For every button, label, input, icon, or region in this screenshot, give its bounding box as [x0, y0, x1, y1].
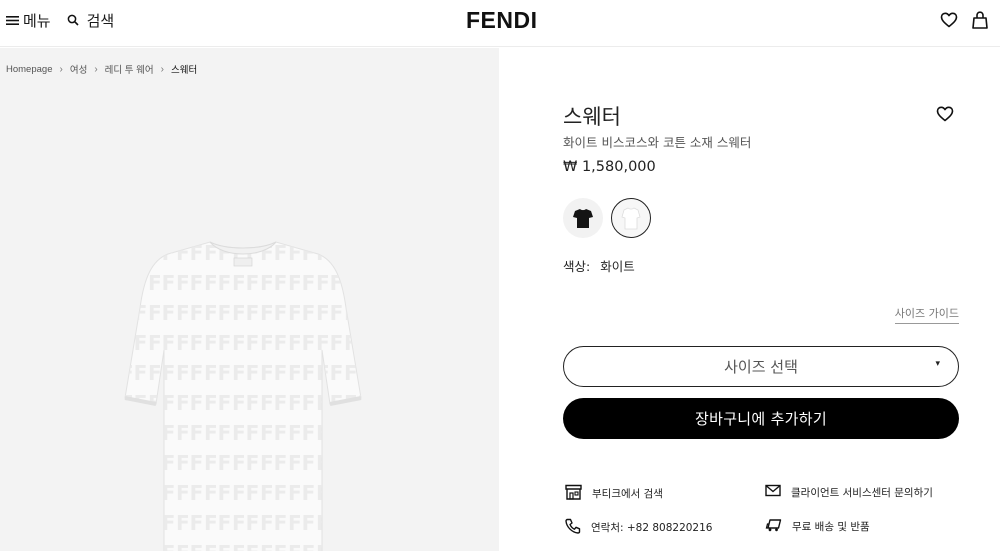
mail-icon — [765, 484, 781, 500]
caret-down-icon: ▾ — [935, 359, 940, 369]
header-left: 메뉴 검색 — [6, 9, 114, 31]
add-to-cart-button[interactable]: 장바구니에 추가하기 — [563, 398, 959, 439]
size-guide-link[interactable]: 사이즈 가이드 — [894, 305, 959, 324]
find-in-boutique-link[interactable]: 부티크에서 검색 — [565, 484, 663, 503]
free-shipping-returns-label: 무료 배송 및 반품 — [792, 521, 870, 533]
hamburger-icon — [6, 15, 19, 26]
color-swatch-black[interactable] — [563, 198, 603, 238]
breadcrumb-sweater: 스웨터 — [170, 65, 198, 76]
color-value: 화이트 — [600, 259, 635, 274]
sweater-image[interactable]: FF — [118, 238, 368, 551]
search-label: 검색 — [86, 11, 115, 30]
breadcrumb-chevron-icon: › — [160, 63, 164, 75]
site-header: 메뉴 검색 FENDI — [0, 0, 1000, 47]
product-title: 스웨터 — [563, 105, 621, 129]
size-select-dropdown[interactable]: 사이즈 선택 ▾ — [563, 346, 959, 387]
store-icon — [565, 484, 582, 503]
breadcrumb-chevron-icon: › — [59, 63, 63, 75]
shopping-bag-icon[interactable] — [972, 11, 988, 33]
contact-phone-label: 연락처: +82 808220216 — [591, 522, 713, 534]
client-service-link[interactable]: 클라이언트 서비스센터 문의하기 — [765, 484, 933, 500]
header-right — [926, 11, 988, 33]
breadcrumb: Homepage › 여성 › 레디 투 웨어 › 스웨터 — [6, 62, 198, 77]
breadcrumb-home[interactable]: Homepage — [6, 64, 52, 75]
breadcrumb-women[interactable]: 여성 — [70, 62, 87, 76]
menu-label: 메뉴 — [23, 11, 51, 30]
product-price: ₩ 1,580,000 — [563, 159, 656, 175]
contact-phone-link[interactable]: 연락처: +82 808220216 — [565, 518, 712, 537]
breadcrumb-ready-to-wear[interactable]: 레디 투 웨어 — [105, 62, 154, 76]
add-to-cart-label: 장바구니에 추가하기 — [695, 410, 827, 428]
wishlist-heart-icon[interactable] — [940, 12, 958, 32]
heart-icon — [936, 106, 954, 126]
menu-button[interactable]: 메뉴 — [6, 10, 51, 31]
free-shipping-returns-link[interactable]: 무료 배송 및 반품 — [765, 518, 870, 535]
color-swatch-white[interactable] — [611, 198, 651, 238]
color-row: 색상: 화이트 — [563, 256, 635, 275]
find-in-boutique-label: 부티크에서 검색 — [592, 488, 663, 500]
product-subtitle: 화이트 비스코스와 코튼 소재 스웨터 — [563, 135, 752, 150]
search-button[interactable]: 검색 — [67, 10, 115, 31]
color-label: 색상: — [563, 259, 591, 274]
breadcrumb-chevron-icon: › — [94, 63, 98, 75]
client-service-label: 클라이언트 서비스센터 문의하기 — [791, 486, 933, 499]
size-select-label: 사이즈 선택 — [724, 358, 798, 376]
delivery-truck-icon — [765, 518, 782, 535]
product-wishlist-button[interactable] — [936, 106, 954, 126]
fendi-logo[interactable]: FENDI — [466, 7, 538, 34]
phone-icon — [565, 518, 581, 537]
product-image-panel: Homepage › 여성 › 레디 투 웨어 › 스웨터 FF — [0, 48, 499, 551]
search-icon — [67, 11, 79, 30]
